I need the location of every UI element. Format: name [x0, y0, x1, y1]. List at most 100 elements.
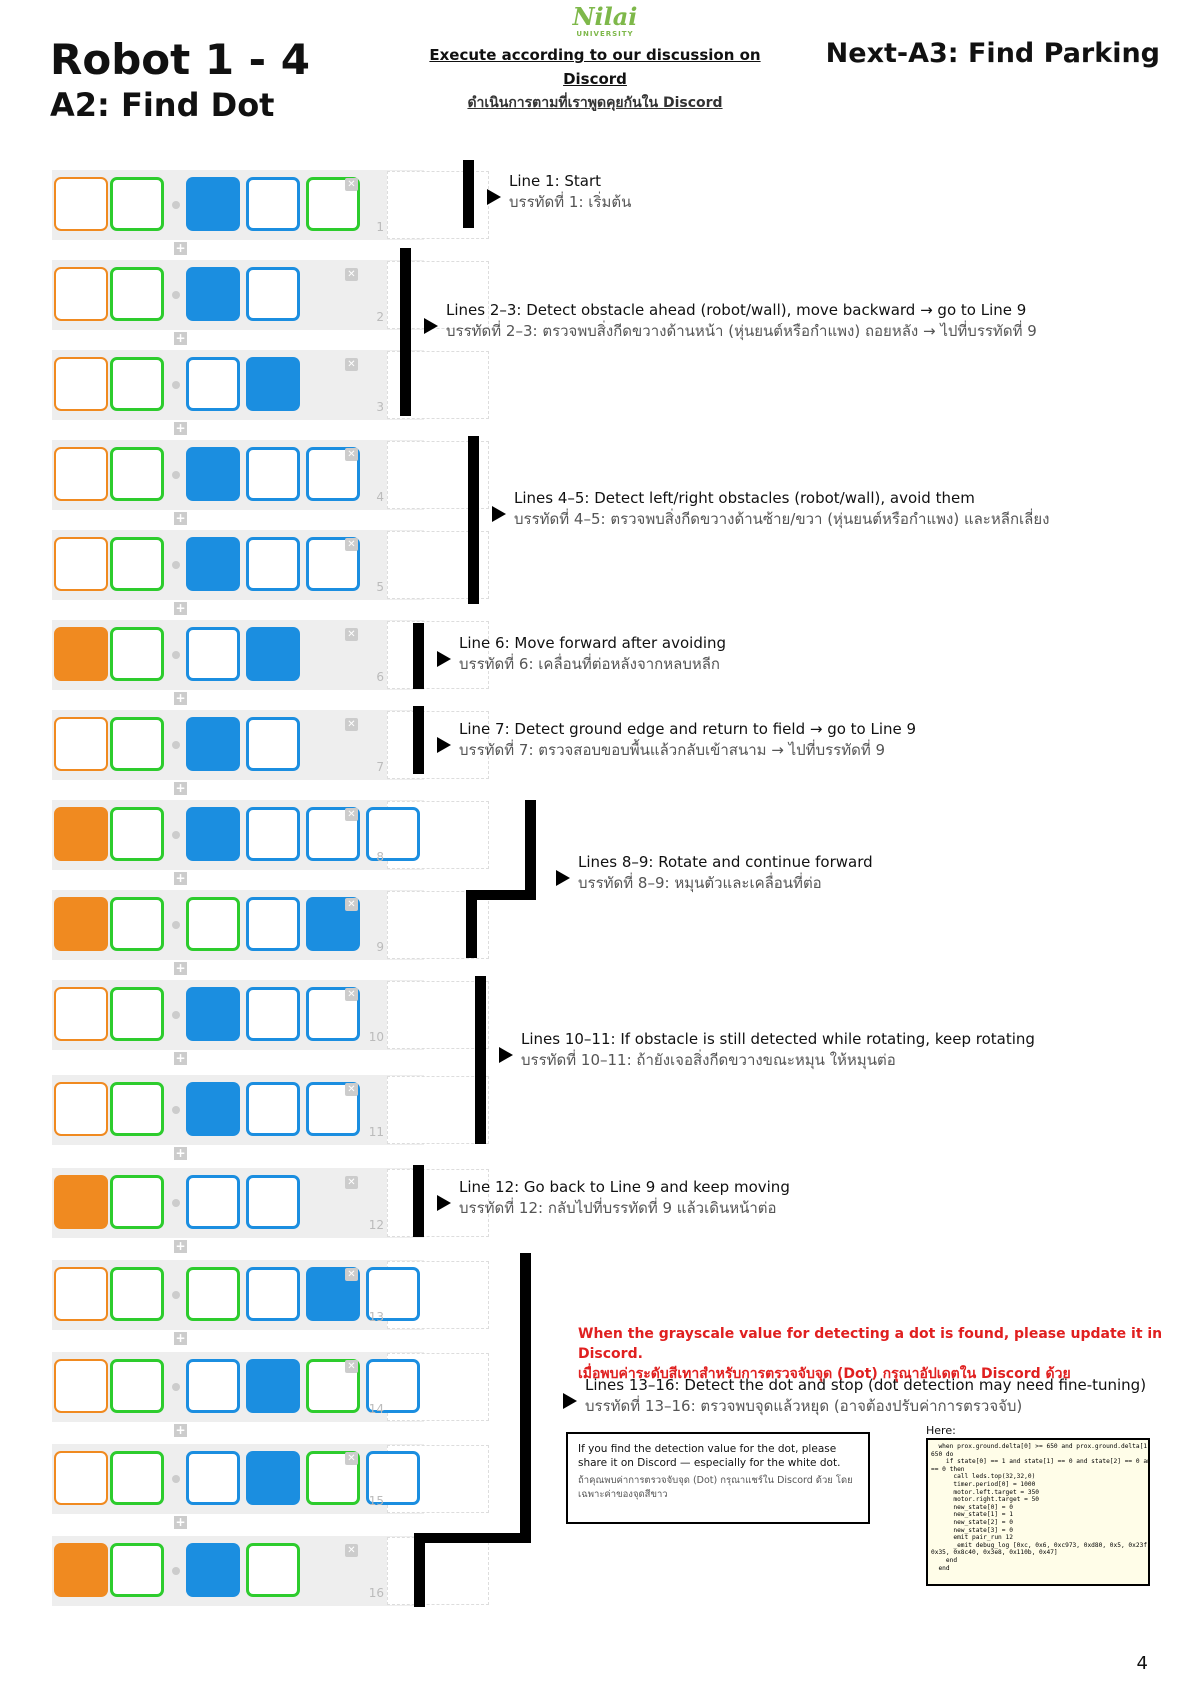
add-row-icon[interactable]: + — [174, 422, 187, 435]
action-block[interactable] — [246, 1267, 300, 1321]
add-row-icon[interactable]: + — [174, 1240, 187, 1253]
delete-row-icon[interactable]: ✕ — [345, 358, 358, 371]
action-block[interactable] — [186, 267, 240, 321]
action-block[interactable] — [186, 357, 240, 411]
state-block[interactable] — [110, 1175, 164, 1229]
delete-row-icon[interactable]: ✕ — [345, 268, 358, 281]
event-block[interactable] — [54, 1082, 108, 1136]
event-block[interactable] — [54, 447, 108, 501]
state-block[interactable] — [110, 357, 164, 411]
add-row-icon[interactable]: + — [174, 602, 187, 615]
state-block[interactable] — [110, 1543, 164, 1597]
event-block[interactable] — [54, 987, 108, 1041]
add-row-icon[interactable]: + — [174, 692, 187, 705]
action-block[interactable] — [186, 1267, 240, 1321]
event-block[interactable] — [54, 357, 108, 411]
add-row-icon[interactable]: + — [174, 242, 187, 255]
event-block[interactable] — [54, 1359, 108, 1413]
add-row-icon[interactable]: + — [174, 1332, 187, 1345]
action-block[interactable] — [246, 1451, 300, 1505]
event-block[interactable] — [54, 1267, 108, 1321]
action-block[interactable] — [246, 267, 300, 321]
event-action-separator — [172, 1106, 180, 1114]
event-block[interactable] — [54, 627, 108, 681]
state-block[interactable] — [110, 537, 164, 591]
state-block[interactable] — [110, 987, 164, 1041]
delete-row-icon[interactable]: ✕ — [345, 718, 358, 731]
action-block[interactable] — [186, 897, 240, 951]
delete-row-icon[interactable]: ✕ — [345, 808, 358, 821]
event-block[interactable] — [54, 1175, 108, 1229]
event-action-separator — [172, 831, 180, 839]
action-block[interactable] — [186, 1451, 240, 1505]
event-block[interactable] — [54, 537, 108, 591]
action-block[interactable] — [246, 537, 300, 591]
action-block[interactable] — [186, 1359, 240, 1413]
event-block[interactable] — [54, 267, 108, 321]
action-block[interactable] — [246, 1359, 300, 1413]
state-block[interactable] — [110, 1267, 164, 1321]
program-row: ✕ 4 — [52, 440, 489, 510]
action-block[interactable] — [186, 447, 240, 501]
action-block[interactable] — [186, 987, 240, 1041]
delete-row-icon[interactable]: ✕ — [345, 1176, 358, 1189]
action-block[interactable] — [366, 807, 420, 861]
state-block[interactable] — [110, 627, 164, 681]
action-block[interactable] — [246, 1175, 300, 1229]
action-block[interactable] — [246, 177, 300, 231]
action-block[interactable] — [246, 987, 300, 1041]
state-block[interactable] — [110, 807, 164, 861]
action-block[interactable] — [186, 177, 240, 231]
action-block[interactable] — [246, 447, 300, 501]
state-block[interactable] — [110, 447, 164, 501]
delete-row-icon[interactable]: ✕ — [345, 538, 358, 551]
action-block[interactable] — [186, 717, 240, 771]
action-block[interactable] — [186, 1082, 240, 1136]
action-block[interactable] — [246, 627, 300, 681]
delete-row-icon[interactable]: ✕ — [345, 1268, 358, 1281]
action-block[interactable] — [246, 357, 300, 411]
delete-row-icon[interactable]: ✕ — [345, 628, 358, 641]
row-number: 9 — [376, 940, 384, 954]
add-row-icon[interactable]: + — [174, 512, 187, 525]
add-row-icon[interactable]: + — [174, 332, 187, 345]
delete-row-icon[interactable]: ✕ — [345, 898, 358, 911]
add-row-icon[interactable]: + — [174, 1516, 187, 1529]
delete-row-icon[interactable]: ✕ — [345, 1544, 358, 1557]
delete-row-icon[interactable]: ✕ — [345, 178, 358, 191]
state-block[interactable] — [110, 177, 164, 231]
add-row-icon[interactable]: + — [174, 1147, 187, 1160]
delete-row-icon[interactable]: ✕ — [345, 1452, 358, 1465]
action-block[interactable] — [246, 717, 300, 771]
action-block[interactable] — [246, 807, 300, 861]
event-block[interactable] — [54, 1543, 108, 1597]
add-row-icon[interactable]: + — [174, 1052, 187, 1065]
action-block[interactable] — [186, 627, 240, 681]
state-block[interactable] — [110, 897, 164, 951]
state-block[interactable] — [110, 1082, 164, 1136]
event-block[interactable] — [54, 807, 108, 861]
event-block[interactable] — [54, 897, 108, 951]
event-block[interactable] — [54, 1451, 108, 1505]
state-block[interactable] — [110, 267, 164, 321]
event-block[interactable] — [54, 717, 108, 771]
action-block[interactable] — [186, 1543, 240, 1597]
action-block[interactable] — [186, 807, 240, 861]
action-block[interactable] — [246, 1082, 300, 1136]
add-row-icon[interactable]: + — [174, 1424, 187, 1437]
delete-row-icon[interactable]: ✕ — [345, 988, 358, 1001]
event-block[interactable] — [54, 177, 108, 231]
state-block[interactable] — [110, 1359, 164, 1413]
state-block[interactable] — [110, 717, 164, 771]
add-row-icon[interactable]: + — [174, 962, 187, 975]
delete-row-icon[interactable]: ✕ — [345, 1083, 358, 1096]
add-row-icon[interactable]: + — [174, 782, 187, 795]
action-block[interactable] — [186, 1175, 240, 1229]
delete-row-icon[interactable]: ✕ — [345, 1360, 358, 1373]
delete-row-icon[interactable]: ✕ — [345, 448, 358, 461]
action-block[interactable] — [246, 897, 300, 951]
action-block[interactable] — [186, 537, 240, 591]
action-block[interactable] — [246, 1543, 300, 1597]
state-block[interactable] — [110, 1451, 164, 1505]
add-row-icon[interactable]: + — [174, 872, 187, 885]
